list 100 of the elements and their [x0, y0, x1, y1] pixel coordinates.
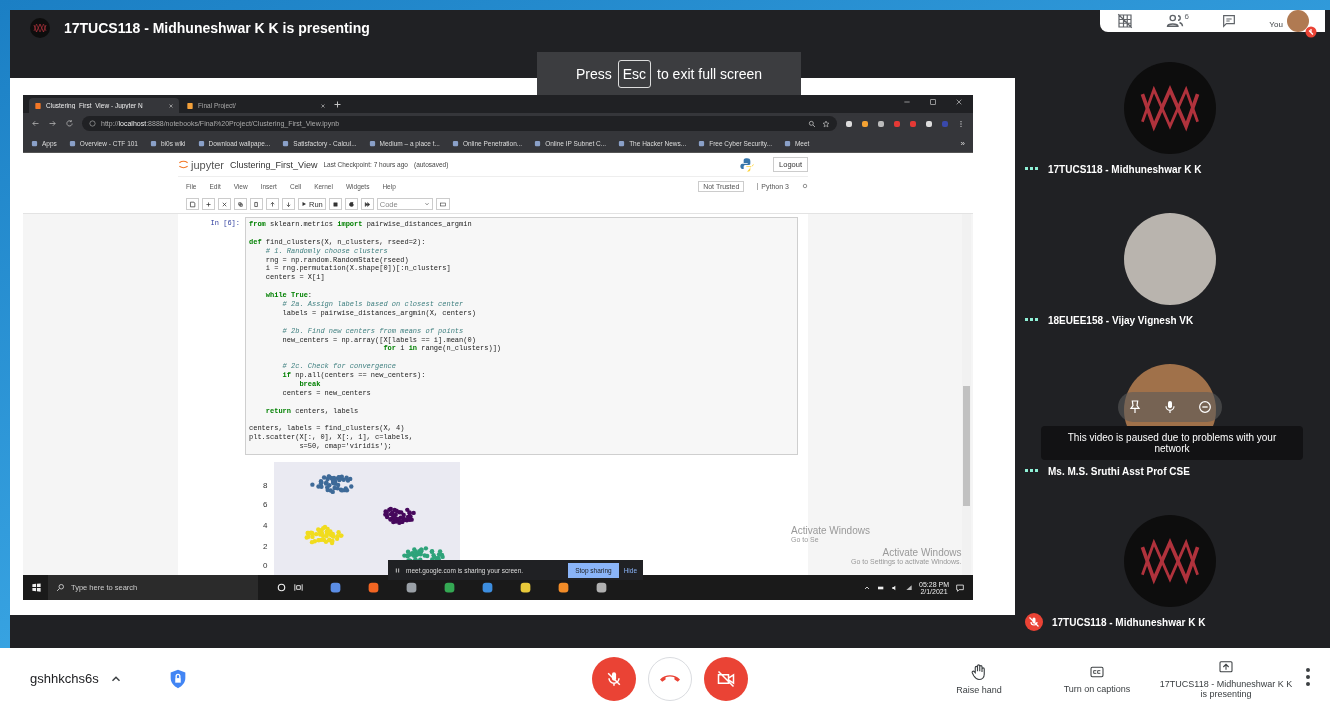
phone-icon [660, 675, 680, 682]
star-icon [822, 119, 830, 128]
tool-icon [189, 200, 196, 208]
kernel-status-icon [802, 183, 808, 189]
camera-toggle-button[interactable] [704, 656, 748, 701]
favicon-icon [618, 139, 626, 147]
grid-off-icon [1116, 12, 1135, 30]
participant-name: 18EUEE158 - Vijay Vignesh VK [1048, 314, 1194, 326]
tool-icon [237, 200, 244, 208]
tool-icon [285, 200, 292, 208]
self-label: You [1269, 20, 1283, 29]
page-icon [34, 101, 42, 110]
tool-icon [331, 200, 339, 208]
favicon-icon [451, 139, 459, 147]
jupyter-logo: jupyter [178, 158, 225, 171]
back-icon [31, 119, 40, 128]
tool-icon [347, 200, 355, 208]
taskbar-app-icon [519, 581, 532, 594]
favicon-icon [368, 139, 376, 147]
reload-icon [65, 119, 74, 128]
menu-icon [957, 119, 965, 128]
toolbar-button[interactable] [328, 198, 342, 210]
tool-icon [363, 200, 371, 208]
restore-icon [929, 98, 937, 106]
participant-count: 6 [1184, 11, 1189, 21]
activation-title: Activate Windows [791, 525, 870, 536]
presenting-title: 17TUCS118 - Midhuneshwar K K is presenting [64, 20, 370, 36]
avatar-photo-placeholder [1286, 10, 1309, 32]
favicon-icon [197, 139, 205, 147]
bookmarks-overflow[interactable]: » [960, 138, 965, 148]
notice-text: Press [575, 65, 612, 82]
axis-tick-label: 4 [263, 521, 268, 531]
close-icon [168, 102, 174, 109]
close-icon [955, 98, 963, 106]
code-cell[interactable] [245, 217, 798, 456]
favicon-icon [31, 139, 38, 147]
favicon-icon [783, 139, 791, 147]
logo-icon [1124, 515, 1216, 607]
search-icon [808, 119, 816, 128]
taskbar-app-icon [405, 581, 418, 594]
task-view-icon [293, 582, 304, 593]
activation-title: Activate Windows [882, 547, 962, 558]
wifi-icon [905, 583, 914, 592]
taskbar-app-icon [557, 581, 570, 594]
forward-icon [48, 119, 57, 128]
toolbar-action[interactable]: Turn on captions [1038, 663, 1156, 694]
present-icon [1218, 658, 1234, 675]
axis-tick-label: 8 [263, 481, 268, 491]
close-icon [320, 102, 326, 109]
microphone-toggle-button[interactable] [592, 656, 636, 701]
taskbar-app-icon [443, 581, 456, 594]
tool-icon [205, 200, 212, 208]
play-icon [301, 201, 307, 207]
new-tab-icon [333, 99, 342, 109]
toolbar-action[interactable]: Raise hand [920, 662, 1038, 695]
axis-tick-label: 2 [263, 542, 268, 552]
favicon-icon [698, 139, 706, 147]
chat-icon [1221, 13, 1238, 29]
logo-icon [1124, 62, 1216, 154]
toolbar-button[interactable] [360, 198, 374, 210]
orbit-icon [178, 159, 189, 170]
tool-icon [221, 200, 228, 208]
hand-icon [970, 662, 988, 681]
taskbar-app-icon [481, 581, 494, 594]
minimize-icon [903, 98, 911, 106]
notification-icon [955, 582, 965, 593]
taskbar-app-icon [329, 581, 342, 594]
toolbar-button[interactable] [344, 198, 358, 210]
toolbar-action[interactable]: 17TUCS118 - Midhuneshwar K K is presenting [1156, 658, 1296, 699]
axis-tick-label: 6 [263, 500, 268, 510]
notice-text: to exit full screen [657, 65, 763, 82]
axis-tick-label: 0 [263, 561, 268, 571]
more-icon [1306, 667, 1310, 686]
favicon-icon [282, 139, 290, 147]
taskbar-app-icon [367, 581, 380, 594]
tool-icon [269, 200, 276, 208]
taskbar-app-icon [595, 581, 608, 594]
network-tooltip: This video is paused due to problems with your network [1041, 426, 1303, 460]
favicon-icon [150, 139, 157, 147]
scrollbar[interactable] [962, 214, 971, 575]
page-icon [186, 101, 194, 110]
info-icon [89, 120, 96, 127]
circle-icon [276, 582, 287, 593]
pause-icon [394, 566, 401, 574]
microphone-icon [1162, 399, 1178, 415]
logo-icon [30, 18, 50, 38]
windows-logo-icon [31, 582, 42, 593]
tool-icon [253, 200, 260, 208]
favicon-icon [68, 139, 76, 147]
participant-name: 17TUCS118 - Midhuneshwar K K [1048, 163, 1202, 175]
participant-name: 17TUCS118 - Midhuneshwar K K [1052, 616, 1206, 628]
participant-name: Ms. M.S. Sruthi Asst Prof CSE [1048, 465, 1190, 477]
meeting-code[interactable]: gshhkchs6s [30, 671, 99, 686]
caret-icon [423, 201, 430, 207]
people-icon [1166, 12, 1185, 30]
notebook-name[interactable]: Clustering_First_View [230, 159, 318, 170]
search-icon [56, 583, 65, 592]
key-label: Esc [617, 59, 652, 88]
remove-icon [1196, 399, 1213, 415]
python-icon [739, 156, 756, 173]
